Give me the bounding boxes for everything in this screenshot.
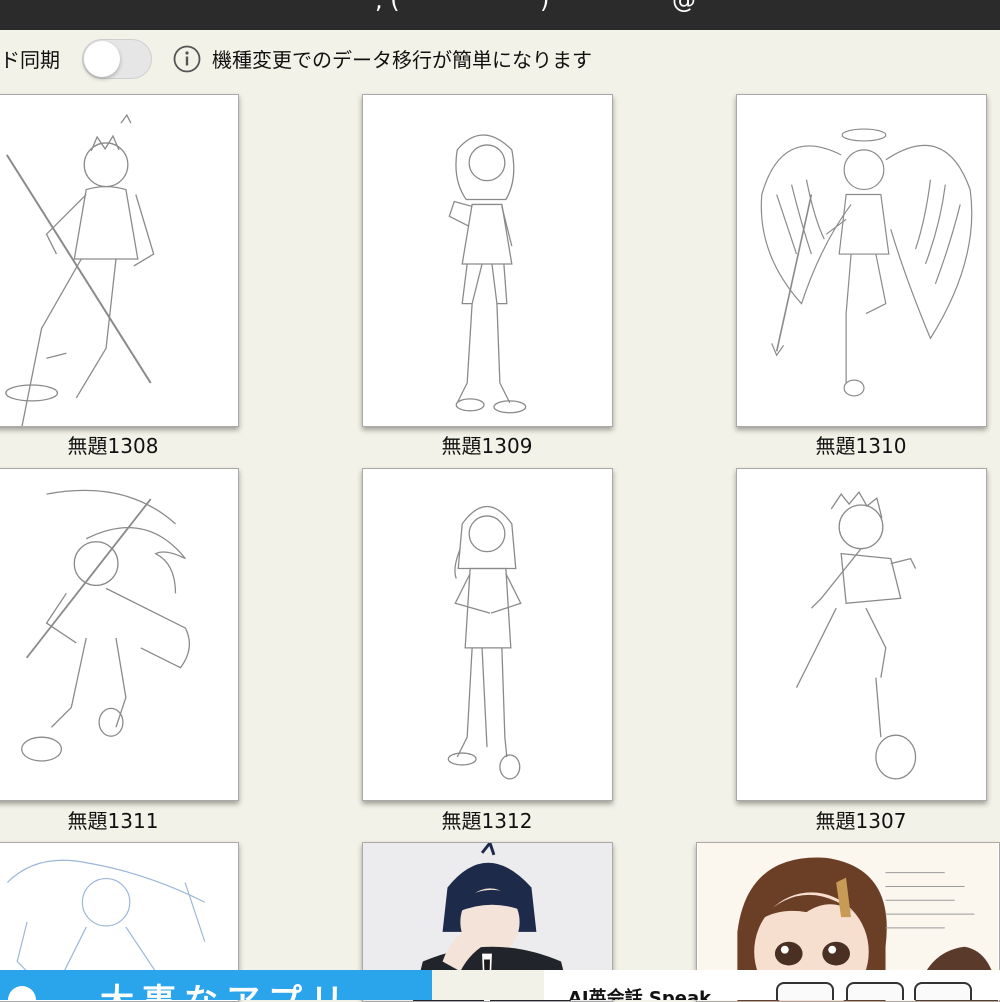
sketch-swordsman [5,113,155,426]
ad-divider [432,970,544,1000]
ad-preview-thumb [914,982,972,1000]
artwork-title: 無題1312 [441,809,533,833]
artwork-thumbnail[interactable] [0,94,239,427]
info-icon[interactable] [172,44,202,74]
ad-preview-thumb [776,982,834,1000]
artwork-thumbnail[interactable] [0,468,239,801]
sync-toggle[interactable] [82,39,152,79]
artwork-title: 無題1308 [67,434,159,458]
artwork-title: 無題1309 [441,434,533,458]
ad-preview-thumb [846,982,904,1000]
ad-banner-left[interactable]: 大事なアプリ [0,970,432,1000]
artwork-thumbnail[interactable] [362,468,613,801]
ad-left-text: 大事なアプリ [100,974,352,1000]
sync-label: ド同期 [0,48,60,72]
status-glyph: " [804,0,816,14]
sketch-winged-angel [760,128,973,397]
info-text: 機種変更でのデータ移行が簡単になります [212,48,592,72]
sketch-running-boy [795,491,917,780]
toggle-knob [84,41,120,77]
status-glyph: ) [540,0,550,14]
ad-banner-right[interactable]: AI英会話 Speak [544,970,1000,1000]
artwork-title: 無題1307 [815,809,907,833]
artwork-thumbnail[interactable] [736,468,987,801]
artwork-title: 無題1310 [815,434,907,458]
status-glyph: , ( [375,0,400,14]
sketch-standing-girl [448,134,527,414]
status-bar: , ( ) @ " [0,0,1000,30]
artwork-title: 無題1311 [67,809,159,833]
ad-banner[interactable]: 大事なアプリ AI英会話 Speak [0,970,1000,1000]
ad-app-icon [8,986,36,1000]
sketch-scythe-girl [21,489,191,762]
sketch-braid-girl [447,506,522,780]
ad-right-text: AI英会話 Speak [568,988,712,1000]
artwork-thumbnail[interactable] [736,94,987,427]
status-glyph: @ [672,0,696,14]
artwork-thumbnail[interactable] [362,94,613,427]
